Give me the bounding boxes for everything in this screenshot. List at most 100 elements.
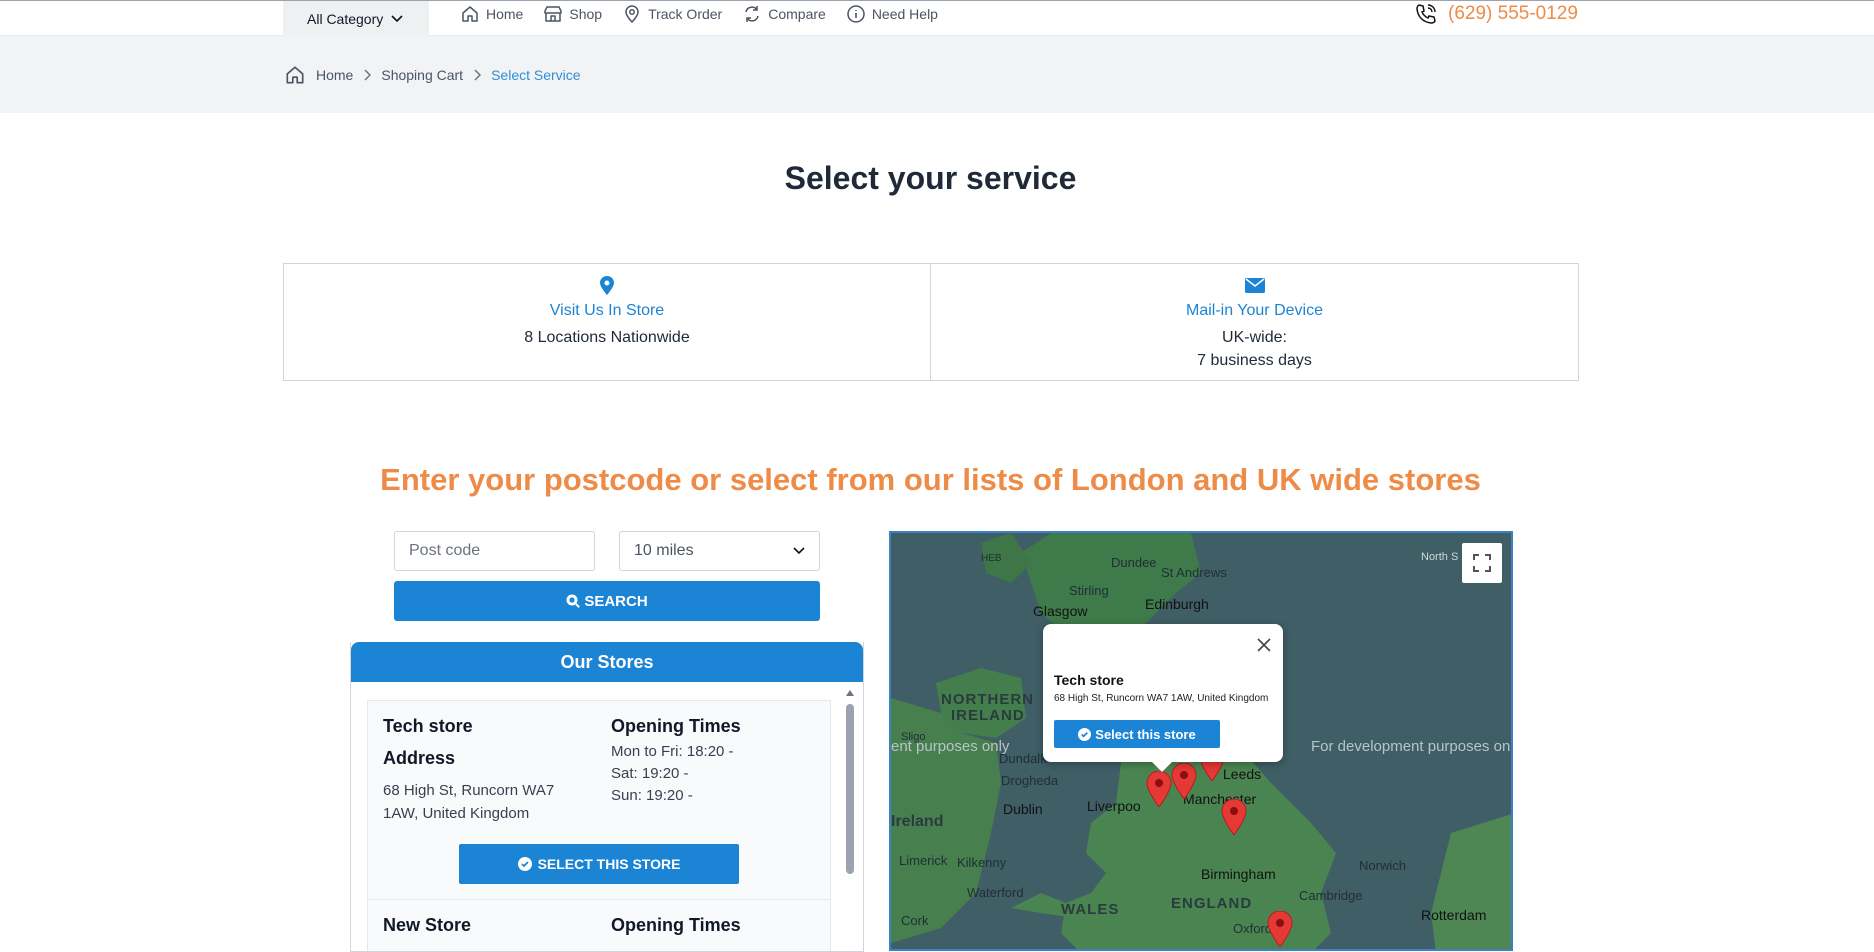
map-label-norwich: Norwich — [1359, 858, 1406, 873]
service-mail-in[interactable]: Mail-in Your Device UK-wide: 7 business … — [930, 263, 1579, 381]
map-marker-icon[interactable] — [1146, 771, 1172, 807]
map-label-birmingham: Birmingham — [1201, 866, 1276, 882]
store-opening-heading: Opening Times — [611, 915, 741, 935]
map-label-hebrides: HEB — [981, 553, 1002, 564]
select-this-store-button[interactable]: SELECT THIS STORE — [459, 844, 739, 884]
envelope-icon — [1244, 277, 1265, 293]
store-address: 68 High St, Runcorn WA7 1AW, United King… — [383, 782, 555, 822]
stores-scrollbar[interactable] — [843, 686, 857, 951]
location-pin-icon — [625, 5, 639, 24]
map-marker-icon[interactable] — [1267, 911, 1293, 947]
map-label-st-andrews: St Andrews — [1161, 565, 1227, 580]
service-mail-in-title: Mail-in Your Device — [1186, 302, 1323, 319]
map-label-drogheda: Drogheda — [1001, 773, 1059, 788]
breadcrumb: Home Shoping Cart Select Service — [284, 64, 581, 86]
map-label-rotterdam: Rotterdam — [1421, 907, 1487, 923]
service-visit-store-title: Visit Us In Store — [549, 302, 665, 319]
scroll-up-arrow[interactable] — [846, 690, 854, 696]
store-time-saturday: Sat: 19:20 - — [611, 765, 689, 782]
store-name: New Store — [383, 915, 472, 935]
map-info-popup: Tech store 68 High St, Runcorn WA7 1AW, … — [1043, 624, 1283, 772]
all-category-label: All Category — [307, 10, 384, 27]
radius-select[interactable]: 10 miles — [619, 531, 820, 571]
select-this-store-label: SELECT THIS STORE — [537, 856, 681, 872]
store-finder-heading: Enter your postcode or select from our l… — [380, 462, 1481, 497]
chevron-down-icon — [793, 547, 805, 555]
breadcrumb-shopping-cart[interactable]: Shoping Cart — [381, 67, 463, 83]
map-label-liverpool: Liverpoo — [1087, 798, 1141, 814]
popup-select-store-button[interactable]: Select this store — [1054, 720, 1220, 748]
search-button[interactable]: SEARCH — [394, 581, 820, 621]
page-title: Select your service — [784, 160, 1077, 196]
map-label-wales: WALES — [1061, 901, 1120, 918]
nav-shop-label: Shop — [569, 6, 603, 22]
map-fullscreen-button[interactable] — [1462, 543, 1502, 583]
service-visit-store[interactable]: Visit Us In Store 8 Locations Nationwide — [283, 263, 931, 381]
phone-icon — [1416, 4, 1436, 24]
nav-track-order[interactable]: Track Order — [622, 4, 722, 24]
scroll-thumb[interactable] — [846, 704, 854, 874]
popup-select-store-label: Select this store — [1095, 726, 1196, 742]
map-label-leeds: Leeds — [1223, 766, 1262, 782]
map-marker-icon[interactable] — [1171, 763, 1197, 799]
store-opening-heading: Opening Times — [611, 716, 741, 736]
map-label-dundee: Dundee — [1111, 555, 1157, 570]
nav-need-help[interactable]: Need Help — [846, 4, 938, 24]
map-label-ireland-region: IRELAND — [951, 707, 1025, 724]
stores-panel: Our Stores Tech store Address 68 High St… — [350, 642, 864, 952]
all-category-dropdown[interactable]: All Category — [283, 1, 429, 36]
map-label-kilkenny: Kilkenny — [957, 855, 1007, 870]
map-label-northern: NORTHERN — [941, 691, 1034, 708]
map-label-cambridge: Cambridge — [1299, 888, 1363, 903]
shop-icon — [544, 6, 563, 22]
top-navigation-bar: All Category Home Shop Track Order Compa… — [0, 0, 1874, 36]
breadcrumb-home[interactable]: Home — [316, 67, 353, 83]
radius-selected-value: 10 miles — [634, 542, 694, 559]
search-icon — [566, 594, 581, 608]
chevron-right-icon — [364, 69, 372, 81]
store-time-sunday: Sun: 19:20 - — [611, 787, 693, 804]
breadcrumb-bar — [0, 36, 1874, 113]
map-label-stirling: Stirling — [1069, 583, 1109, 598]
stores-panel-title: Our Stores — [351, 642, 863, 682]
map-marker-icon[interactable] — [1221, 799, 1247, 835]
map-label-limerick: Limerick — [899, 853, 948, 868]
home-icon[interactable] — [284, 64, 306, 86]
store-map[interactable]: HEB Dundee St Andrews Stirling Glasgow E… — [889, 531, 1513, 951]
map-label-england: ENGLAND — [1171, 895, 1253, 912]
fullscreen-icon — [1473, 554, 1491, 572]
nav-need-help-label: Need Help — [871, 6, 938, 22]
chevron-down-icon — [391, 14, 403, 22]
nav-home-label: Home — [486, 6, 524, 22]
main-nav: Home Shop Track Order Compare Need Help — [460, 1, 938, 27]
store-time-weekdays: Mon to Fri: 18:20 - — [611, 743, 734, 760]
check-circle-icon — [517, 857, 532, 871]
service-mail-in-detail-2: 7 business days — [1197, 352, 1312, 369]
search-button-label: SEARCH — [584, 592, 648, 610]
map-label-dublin: Dublin — [1003, 801, 1043, 817]
store-card: Tech store Address 68 High St, Runcorn W… — [367, 700, 831, 900]
map-label-north-sea: North S — [1421, 551, 1459, 563]
nav-shop[interactable]: Shop — [543, 4, 602, 24]
map-label-cork: Cork — [901, 913, 929, 928]
map-label-ireland: Ireland — [891, 813, 944, 830]
nav-track-order-label: Track Order — [648, 6, 723, 22]
store-address-heading: Address — [383, 748, 456, 768]
compare-icon — [745, 6, 759, 22]
nav-compare-label: Compare — [768, 6, 826, 22]
chevron-right-icon — [474, 69, 482, 81]
close-icon[interactable] — [1257, 638, 1271, 652]
nav-compare[interactable]: Compare — [742, 4, 826, 24]
popup-store-address: 68 High St, Runcorn WA7 1AW, United King… — [1054, 693, 1269, 704]
home-icon — [462, 6, 478, 22]
breadcrumb-current: Select Service — [491, 67, 581, 83]
postcode-input[interactable] — [394, 531, 595, 571]
map-label-edinburgh: Edinburgh — [1145, 596, 1209, 612]
service-visit-store-detail: 8 Locations Nationwide — [524, 329, 690, 346]
store-opening-times: Mon to Fri: 18:20 - Sat: 19:20 - Sun: 19… — [611, 741, 734, 807]
phone-contact[interactable]: (629) 555-0129 — [1414, 1, 1578, 27]
map-dev-watermark-right: For development purposes on — [1311, 738, 1511, 755]
service-mail-in-detail-1: UK-wide: — [1222, 329, 1287, 346]
nav-home[interactable]: Home — [460, 4, 523, 24]
map-label-glasgow: Glasgow — [1033, 603, 1088, 619]
